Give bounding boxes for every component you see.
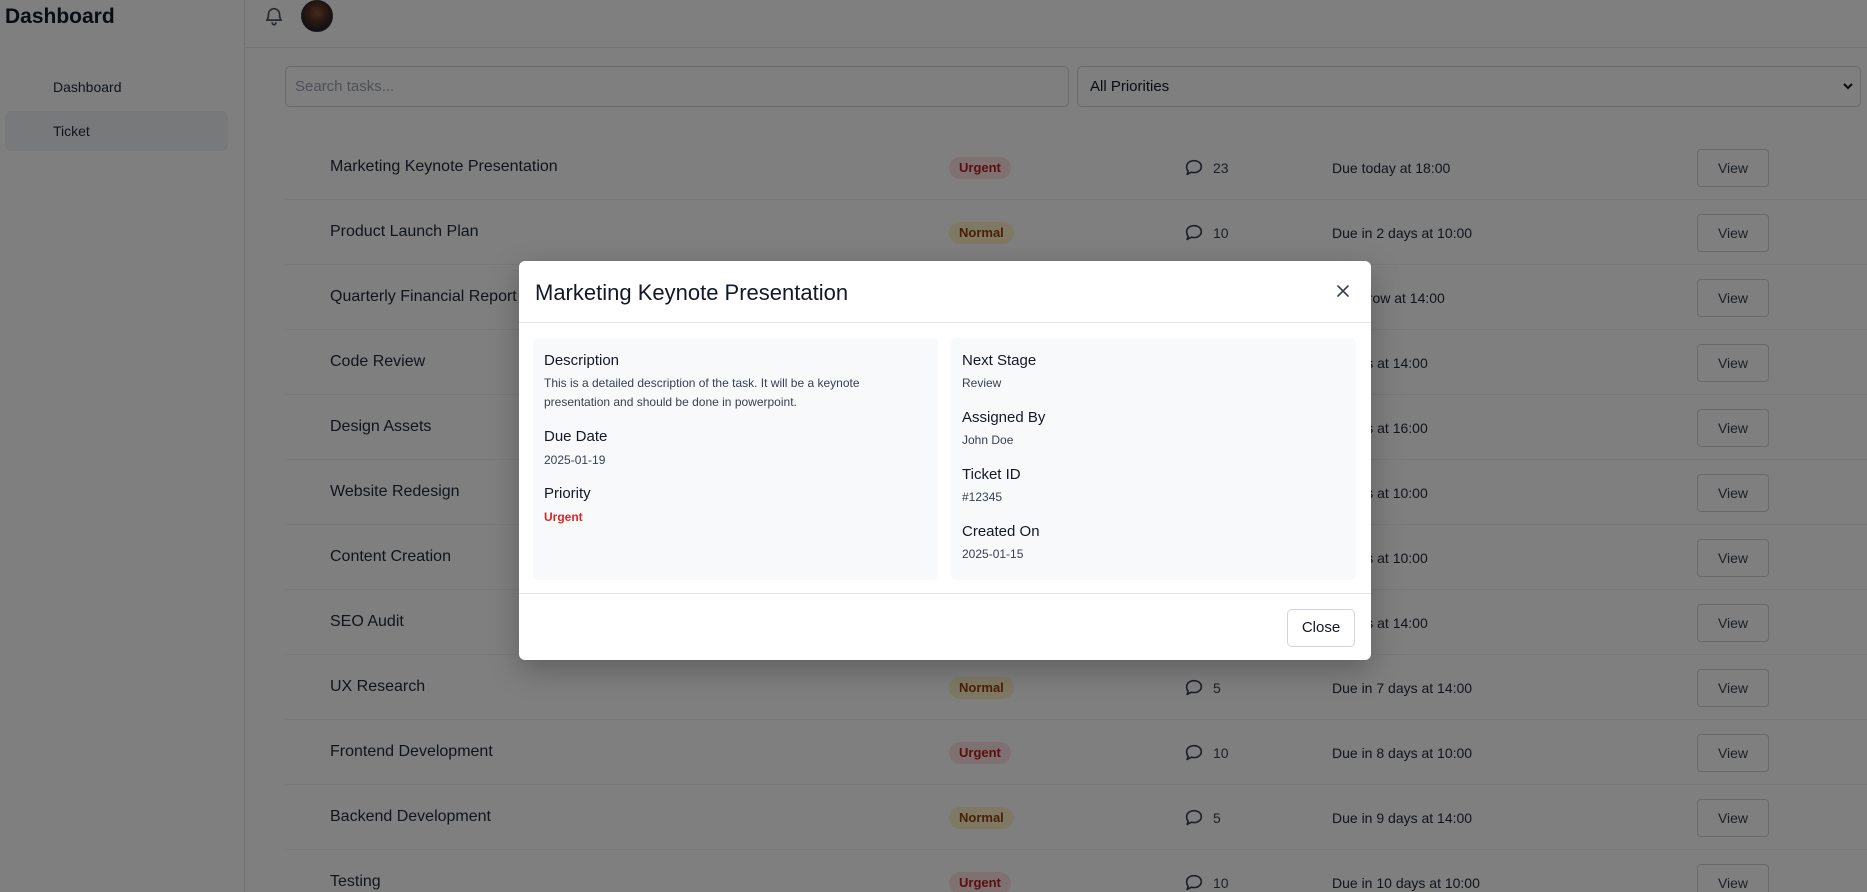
created-on-label: Created On	[962, 523, 1040, 540]
next-stage-value: Review	[962, 376, 1002, 390]
due-date-value: 2025-01-19	[544, 453, 606, 467]
modal-title: Marketing Keynote Presentation	[535, 280, 849, 305]
description-value: This is a detailed description of the ta…	[544, 376, 860, 409]
ticket-id-label: Ticket ID	[962, 466, 1021, 483]
next-stage-label: Next Stage	[962, 352, 1037, 369]
assigned-by-label: Assigned By	[962, 409, 1046, 426]
close-icon[interactable]	[1335, 283, 1351, 299]
created-on-value: 2025-01-15	[962, 547, 1024, 561]
ticket-id-value: #12345	[962, 490, 1003, 504]
details-panel-right: Next Stage Review Assigned By John Doe T…	[951, 338, 1356, 580]
assigned-by-value: John Doe	[962, 433, 1014, 447]
description-label: Description	[544, 352, 620, 369]
due-date-label: Due Date	[544, 428, 608, 445]
priority-label: Priority	[544, 485, 591, 502]
priority-value: Urgent	[544, 510, 583, 524]
app-root: Dashboard Dashboard Ticket All Prioritie…	[0, 0, 1867, 892]
modal-header: Marketing Keynote Presentation	[519, 261, 1371, 323]
task-detail-modal: Marketing Keynote Presentation Descripti…	[519, 261, 1371, 660]
close-button[interactable]: Close	[1287, 609, 1355, 647]
modal-footer: Close	[519, 593, 1371, 660]
details-panel-left: Description This is a detailed descripti…	[533, 338, 938, 580]
